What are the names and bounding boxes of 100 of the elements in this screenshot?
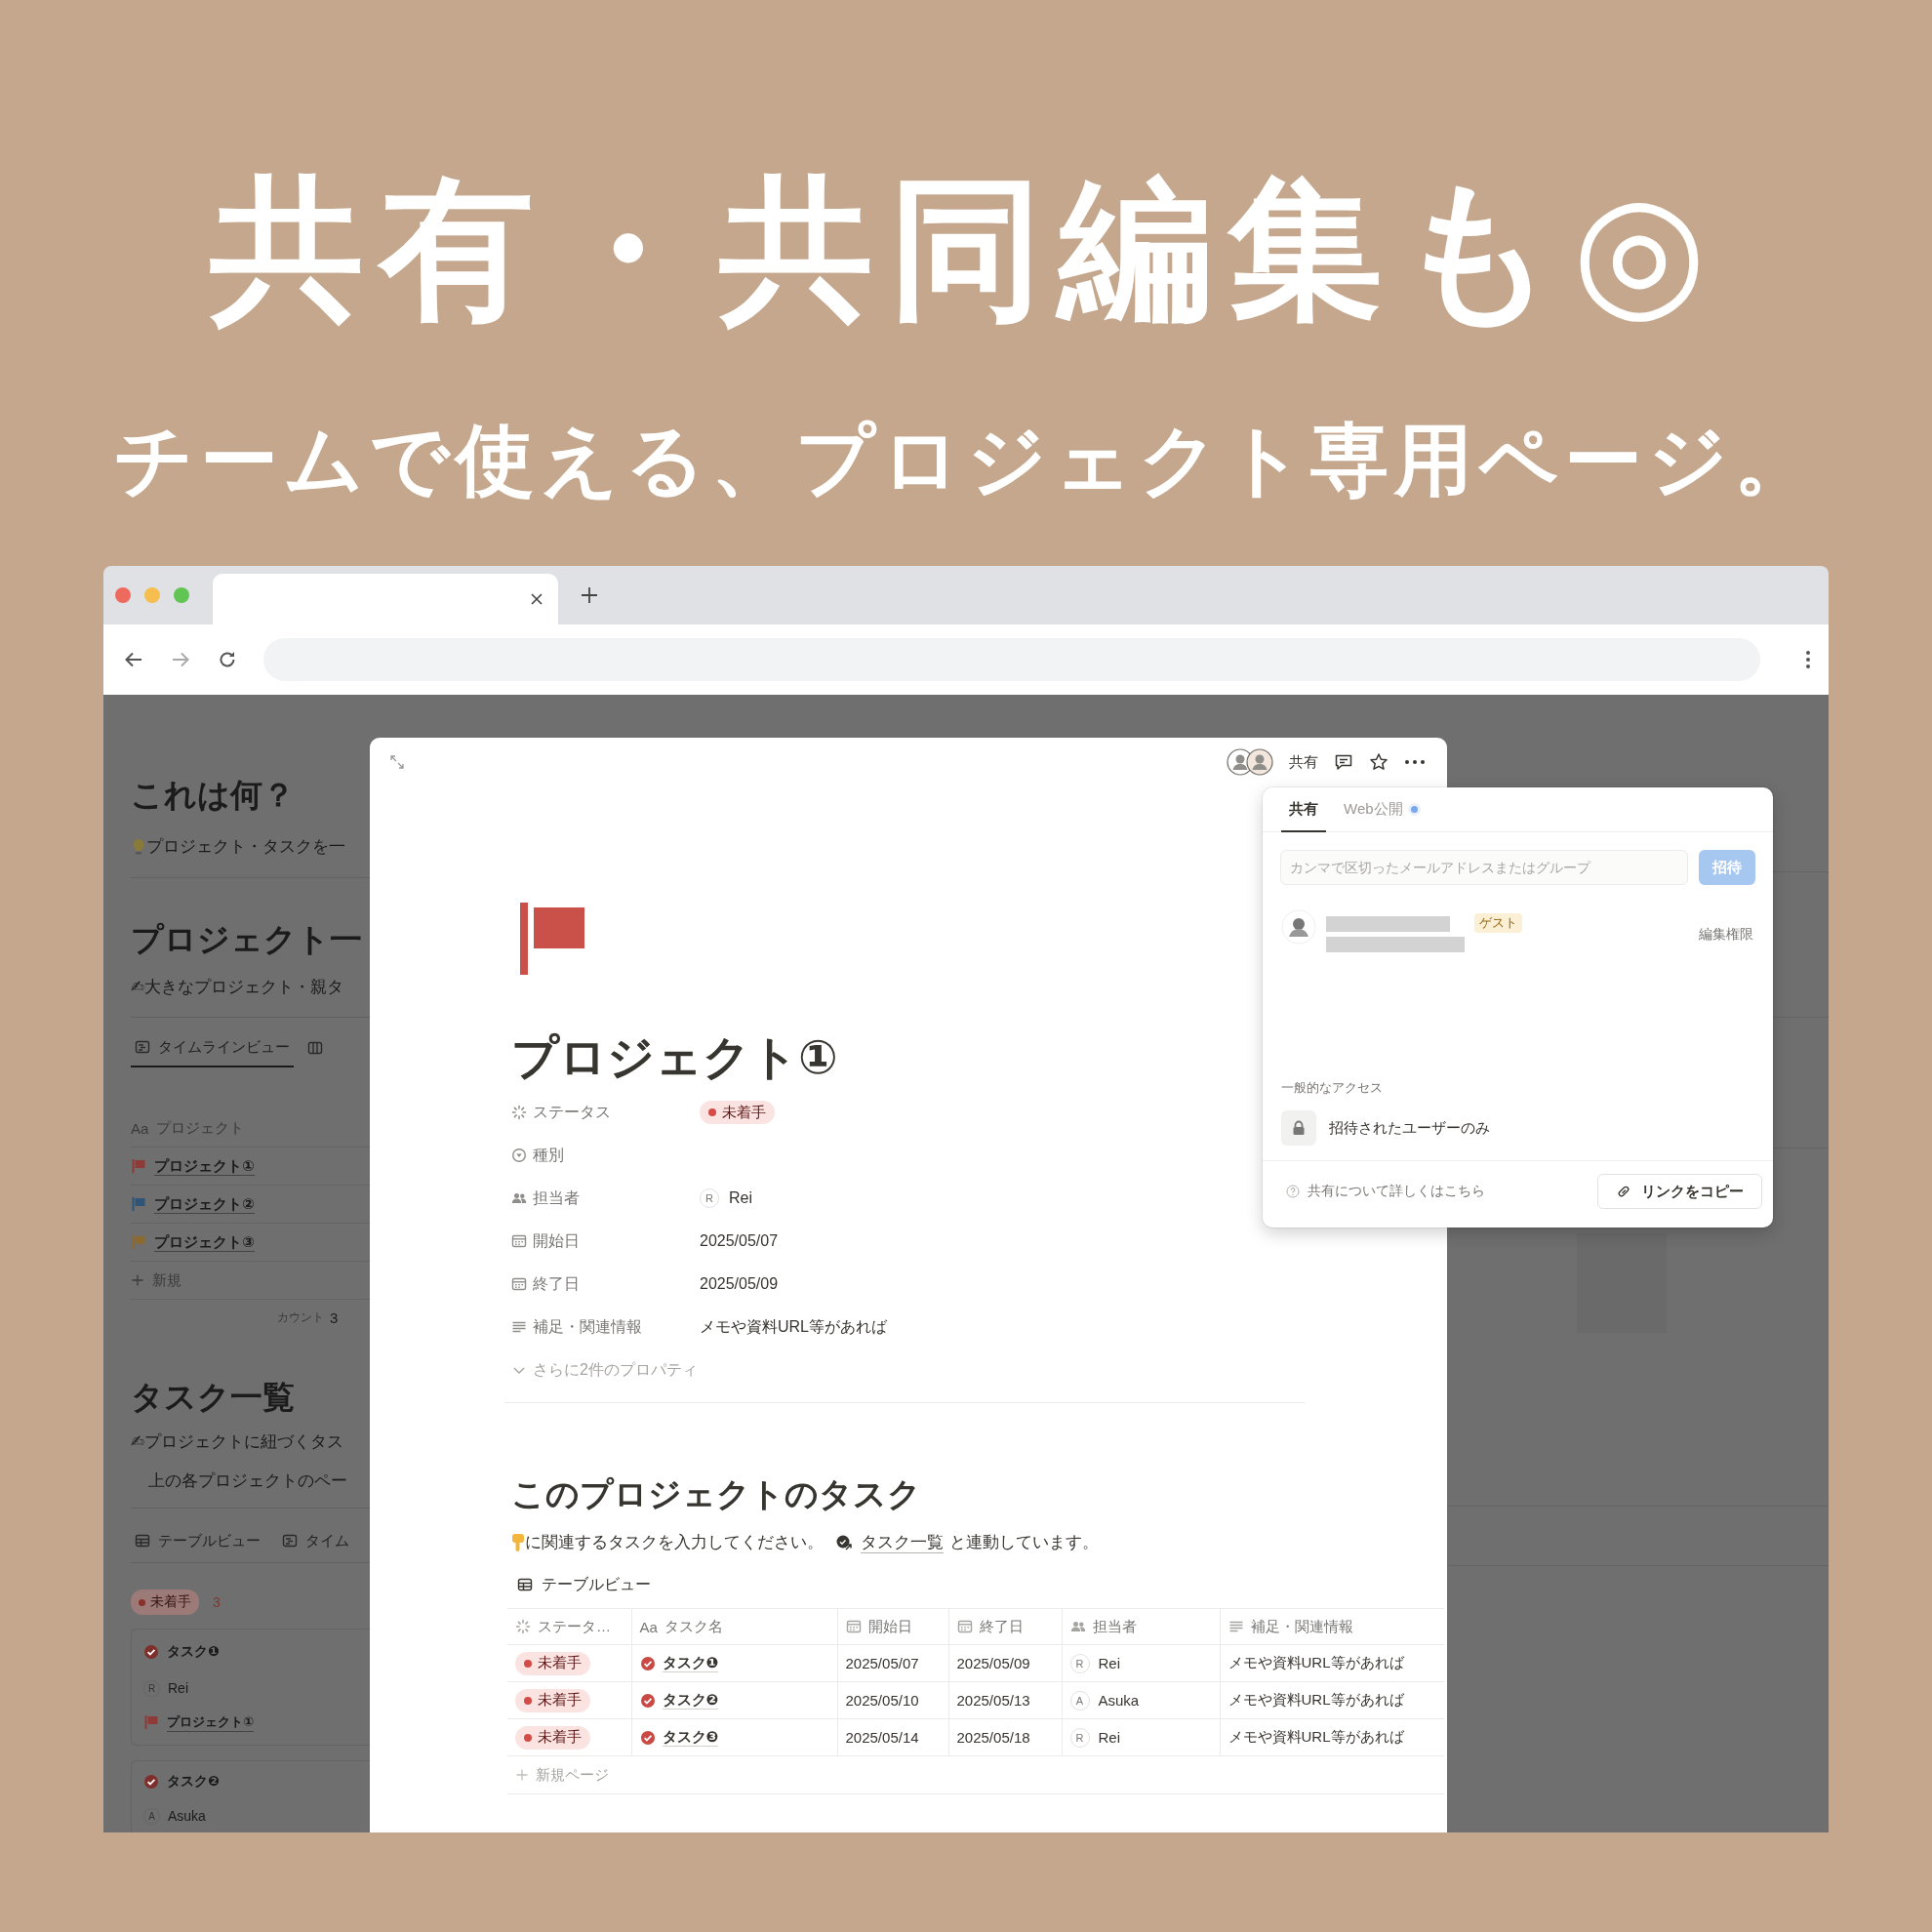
comment-icon[interactable] bbox=[1334, 752, 1353, 772]
table-cell: メモや資料URL等があれば bbox=[1228, 1728, 1404, 1745]
more-properties-toggle[interactable]: さらに2件のプロパティ bbox=[533, 1359, 698, 1381]
note-text: と連動しています。 bbox=[949, 1532, 1099, 1553]
more-options-icon[interactable] bbox=[1404, 759, 1426, 765]
column-type-label: Aa bbox=[639, 1618, 658, 1635]
check-circle-icon bbox=[143, 1644, 159, 1660]
permission-menu[interactable]: 編集権限 bbox=[1699, 926, 1753, 944]
new-page-button[interactable]: 新規ページ bbox=[536, 1765, 609, 1785]
date-cell: 2025/05/18 bbox=[956, 1729, 1030, 1746]
view-tab[interactable]: タイム bbox=[278, 1522, 353, 1561]
project-link[interactable]: プロジェクト① bbox=[154, 1156, 255, 1176]
group-count: 3 bbox=[213, 1594, 221, 1610]
date-cell: 2025/05/13 bbox=[956, 1692, 1030, 1709]
table-cell: メモや資料URL等があれば bbox=[1228, 1654, 1404, 1670]
count-value: 3 bbox=[330, 1308, 339, 1326]
table-view-icon bbox=[135, 1533, 150, 1549]
section-label: 一般的なアクセス bbox=[1281, 1079, 1384, 1097]
status-tag: 未着手 bbox=[515, 1688, 590, 1712]
headline: 共有・共同編集も◎ bbox=[210, 166, 1722, 332]
date-value: 2025/05/09 bbox=[700, 1275, 779, 1293]
access-option[interactable]: 招待されたユーザーのみ bbox=[1329, 1118, 1490, 1138]
database-link[interactable]: タスク一覧 bbox=[861, 1532, 944, 1553]
view-tab[interactable]: テーブルビュー bbox=[131, 1522, 264, 1561]
close-window-button[interactable] bbox=[115, 587, 131, 603]
table-view-icon bbox=[517, 1577, 533, 1592]
lock-icon bbox=[1281, 1110, 1316, 1146]
expand-icon[interactable] bbox=[389, 754, 405, 770]
share-tab[interactable]: 共有 bbox=[1281, 787, 1326, 832]
status-tag: 未着手 bbox=[131, 1590, 199, 1615]
page-title: プロジェクト① bbox=[511, 1030, 839, 1085]
member-avatar-icon bbox=[1281, 909, 1316, 945]
subheadline: チームで使える、プロジェクト専用ページ。 bbox=[114, 416, 1818, 505]
guest-badge: ゲスト bbox=[1474, 913, 1522, 933]
copy-link-button[interactable]: リンクをコピー bbox=[1597, 1174, 1762, 1209]
plus-icon bbox=[515, 1768, 529, 1782]
section-heading: タスク一覧 bbox=[131, 1378, 296, 1417]
select-icon bbox=[511, 1147, 527, 1163]
new-tab-icon[interactable] bbox=[580, 585, 599, 605]
project-link[interactable]: プロジェクト③ bbox=[154, 1232, 255, 1252]
calendar-icon bbox=[511, 1276, 527, 1292]
linked-database-icon bbox=[835, 1534, 853, 1551]
calendar-icon bbox=[956, 1619, 973, 1634]
board-view-icon[interactable] bbox=[307, 1040, 323, 1056]
property-label: 種別 bbox=[533, 1145, 564, 1165]
person-name: Rei bbox=[1098, 1655, 1120, 1671]
calendar-icon bbox=[845, 1619, 862, 1634]
task-link[interactable]: タスク❷ bbox=[662, 1691, 719, 1710]
plus-icon bbox=[131, 1273, 144, 1287]
flag-icon bbox=[143, 1714, 159, 1730]
share-tab[interactable]: Web公開 bbox=[1336, 787, 1426, 832]
check-circle-icon bbox=[143, 1774, 159, 1790]
view-tab[interactable]: テーブルビュー bbox=[542, 1570, 651, 1599]
date-cell: 2025/05/07 bbox=[845, 1655, 919, 1671]
paragraph-text: ✍プロジェクトに紐づくタス bbox=[131, 1431, 345, 1453]
section-heading: これは何？ bbox=[131, 776, 296, 815]
page-flag-icon bbox=[520, 903, 584, 975]
email-input-field[interactable]: カンマで区切ったメールアドレスまたはグループ bbox=[1280, 850, 1688, 885]
paragraph-text: ✍大きなプロジェクト・親タ bbox=[131, 977, 345, 998]
project-link[interactable]: プロジェクト② bbox=[154, 1194, 255, 1214]
column-header[interactable]: タスク名 bbox=[664, 1617, 723, 1636]
timeline-view-icon bbox=[282, 1533, 298, 1549]
property-label: 補足・関連情報 bbox=[533, 1316, 642, 1337]
text-lines-icon bbox=[1228, 1619, 1244, 1634]
person-name: Rei bbox=[1098, 1729, 1120, 1746]
property-label: 担当者 bbox=[533, 1187, 580, 1208]
paragraph-text: プロジェクト・タスクを一 bbox=[146, 836, 345, 858]
star-icon[interactable] bbox=[1369, 752, 1389, 772]
column-header[interactable]: 担当者 bbox=[1092, 1617, 1137, 1636]
check-circle-icon bbox=[639, 1729, 656, 1746]
property-label: ステータス bbox=[533, 1102, 611, 1122]
user-avatar-icon[interactable] bbox=[1246, 748, 1273, 776]
status-tag: 未着手 bbox=[515, 1651, 590, 1675]
link-icon bbox=[1616, 1184, 1631, 1199]
more-menu-icon[interactable] bbox=[1805, 649, 1811, 670]
card-title: タスク❶ bbox=[167, 1643, 220, 1661]
timeline-view-icon bbox=[135, 1039, 150, 1055]
check-circle-icon bbox=[639, 1655, 656, 1671]
section-heading: このプロジェクトのタスク bbox=[511, 1474, 922, 1514]
assignee-name: Asuka bbox=[168, 1808, 206, 1824]
help-icon bbox=[1286, 1185, 1300, 1198]
view-tab[interactable]: タイムラインビュー bbox=[131, 1028, 294, 1067]
people-icon bbox=[1069, 1619, 1086, 1634]
assignee-name: Rei bbox=[168, 1680, 188, 1696]
status-icon bbox=[511, 1105, 527, 1120]
task-link[interactable]: タスク❶ bbox=[662, 1654, 719, 1672]
people-icon bbox=[511, 1190, 527, 1206]
check-circle-icon bbox=[639, 1692, 656, 1709]
help-link[interactable]: 共有について詳しくはこちら bbox=[1308, 1183, 1485, 1200]
project-link[interactable]: プロジェクト① bbox=[167, 1712, 254, 1732]
property-label: 開始日 bbox=[533, 1230, 580, 1251]
note-text: に関連するタスクを入力してください。 bbox=[525, 1532, 824, 1553]
share-button[interactable]: 共有 bbox=[1289, 752, 1318, 772]
task-link[interactable]: タスク❸ bbox=[662, 1728, 719, 1747]
close-icon[interactable] bbox=[529, 591, 544, 607]
status-icon bbox=[515, 1619, 531, 1634]
date-cell: 2025/05/10 bbox=[845, 1692, 919, 1709]
table-cell: メモや資料URL等があれば bbox=[1228, 1691, 1404, 1708]
status-tag: 未着手 bbox=[700, 1101, 775, 1124]
text-lines-icon bbox=[511, 1319, 527, 1335]
